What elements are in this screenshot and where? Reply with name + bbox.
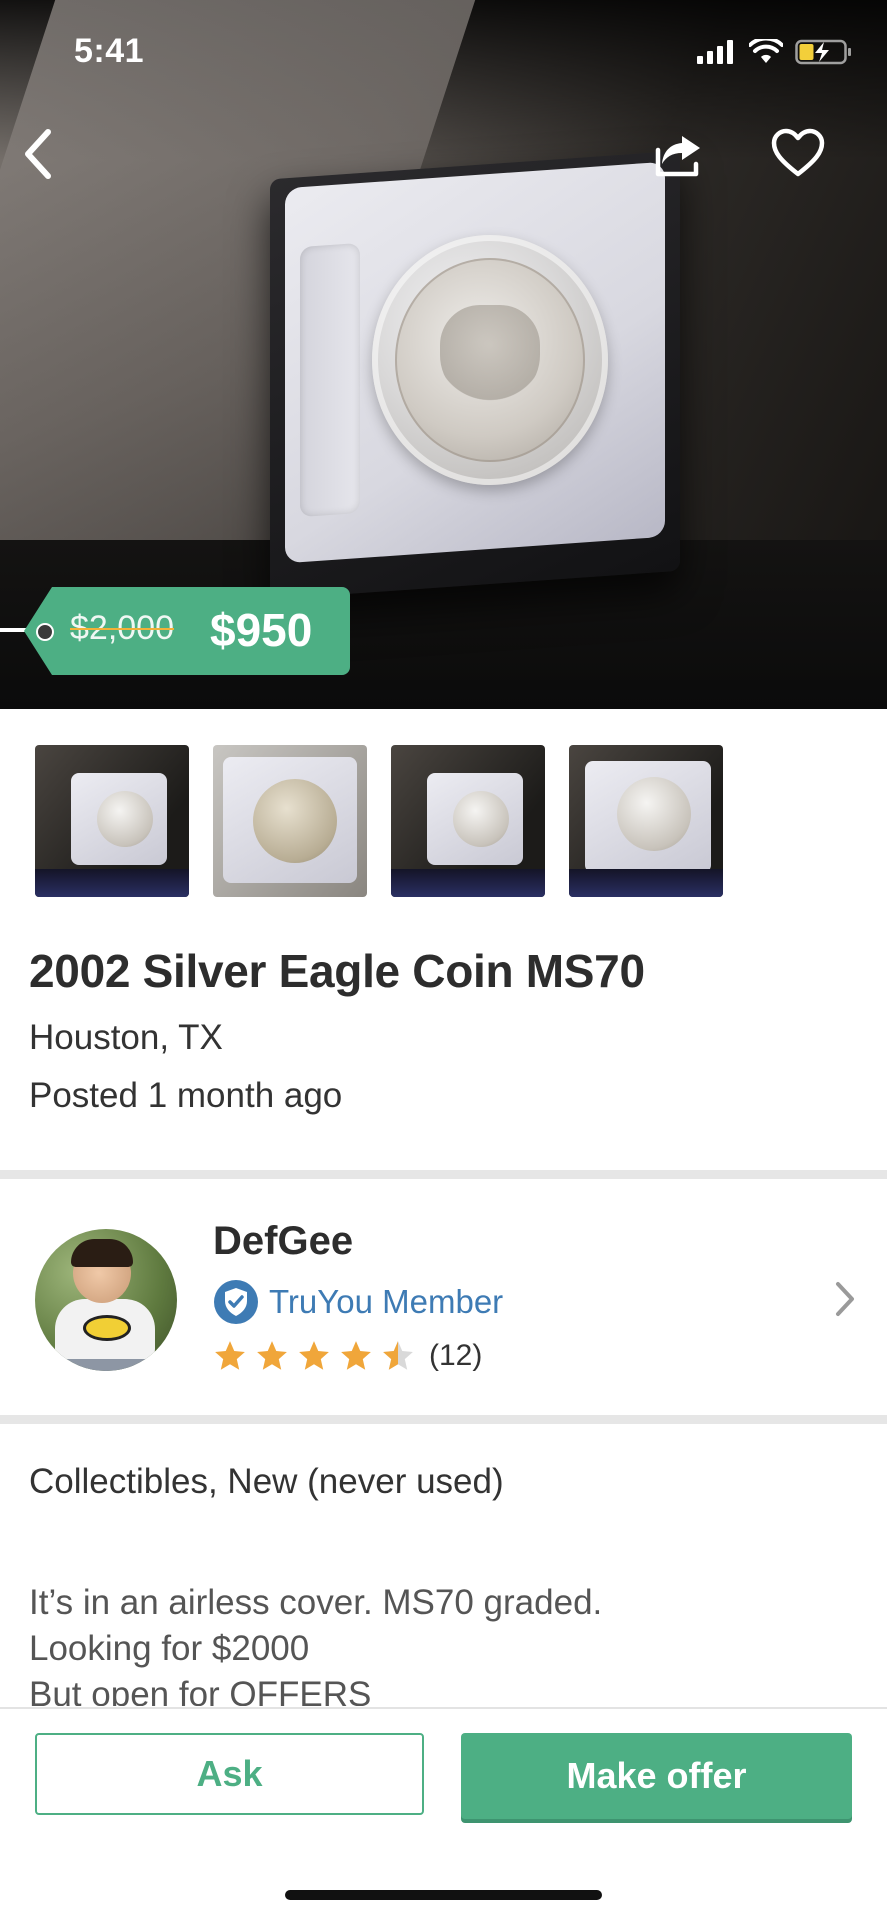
- original-price: $2,000: [70, 609, 174, 647]
- description-line: It’s in an airless cover. MS70 graded.: [29, 1583, 603, 1622]
- star-icon: [299, 1341, 329, 1370]
- current-price: $950: [210, 604, 313, 656]
- thumbnail-2[interactable]: [213, 745, 367, 897]
- home-indicator[interactable]: [285, 1890, 602, 1900]
- favorite-button[interactable]: [770, 126, 826, 187]
- listing-location[interactable]: Houston, TX: [29, 1018, 223, 1058]
- status-bar: 5:41: [0, 0, 887, 100]
- thumbnail-4[interactable]: [569, 745, 723, 897]
- avatar-hair: [71, 1239, 133, 1267]
- listing-category-condition: Collectibles, New (never used): [29, 1462, 504, 1501]
- status-time: 5:41: [74, 32, 145, 70]
- wifi-icon: [749, 39, 783, 63]
- coin-eagle-relief: [440, 305, 540, 405]
- thumb-base: [391, 869, 545, 897]
- listing-posted-time: Posted 1 month ago: [29, 1076, 343, 1115]
- listing-title: 2002 Silver Eagle Coin MS70: [29, 945, 645, 997]
- thumb-base: [569, 869, 723, 897]
- heart-icon: [771, 128, 825, 177]
- star-icon: [341, 1341, 371, 1370]
- seller-rating: (12): [213, 1339, 482, 1373]
- seller-name: DefGee: [213, 1219, 354, 1263]
- thumb-coin: [97, 791, 153, 847]
- price-tag-hole: [36, 623, 54, 641]
- verified-check-icon: [214, 1280, 258, 1324]
- signal-icon: [697, 40, 733, 64]
- seller-avatar: [35, 1229, 177, 1371]
- thumb-coin: [453, 791, 509, 847]
- description-line: Looking for $2000: [29, 1629, 310, 1668]
- make-offer-button[interactable]: Make offer: [461, 1733, 852, 1819]
- thumbnail-1[interactable]: [35, 745, 189, 897]
- thumbnail-3[interactable]: [391, 745, 545, 897]
- ask-button[interactable]: Ask: [35, 1733, 424, 1815]
- seller-card[interactable]: DefGee TruYou Member (12): [0, 1179, 887, 1415]
- avatar-bat-logo: [83, 1315, 131, 1341]
- thumbnail-strip: [35, 745, 723, 897]
- section-divider: [0, 1415, 887, 1424]
- coin-case-slot: [300, 242, 360, 518]
- thumb-coin: [617, 777, 691, 851]
- thumb-coin: [253, 779, 337, 863]
- back-button[interactable]: [18, 126, 58, 187]
- battery-charging-icon: [795, 39, 851, 65]
- star-icon: [257, 1341, 287, 1370]
- section-divider: [0, 1170, 887, 1179]
- share-icon: [655, 136, 700, 177]
- chevron-left-icon: [25, 129, 51, 179]
- thumb-base: [35, 869, 189, 897]
- description-line: But open for OFFERS: [29, 1675, 372, 1706]
- star-half-icon: [383, 1341, 413, 1370]
- truyou-badge: TruYou Member: [213, 1279, 503, 1325]
- star-icon: [215, 1341, 245, 1370]
- share-button[interactable]: [652, 126, 708, 187]
- chevron-right-icon: [836, 1282, 854, 1316]
- status-icons: [697, 38, 853, 66]
- truyou-label: TruYou Member: [269, 1283, 504, 1320]
- listing-description: It’s in an airless cover. MS70 graded. L…: [29, 1580, 859, 1706]
- rating-count: (12): [429, 1339, 483, 1372]
